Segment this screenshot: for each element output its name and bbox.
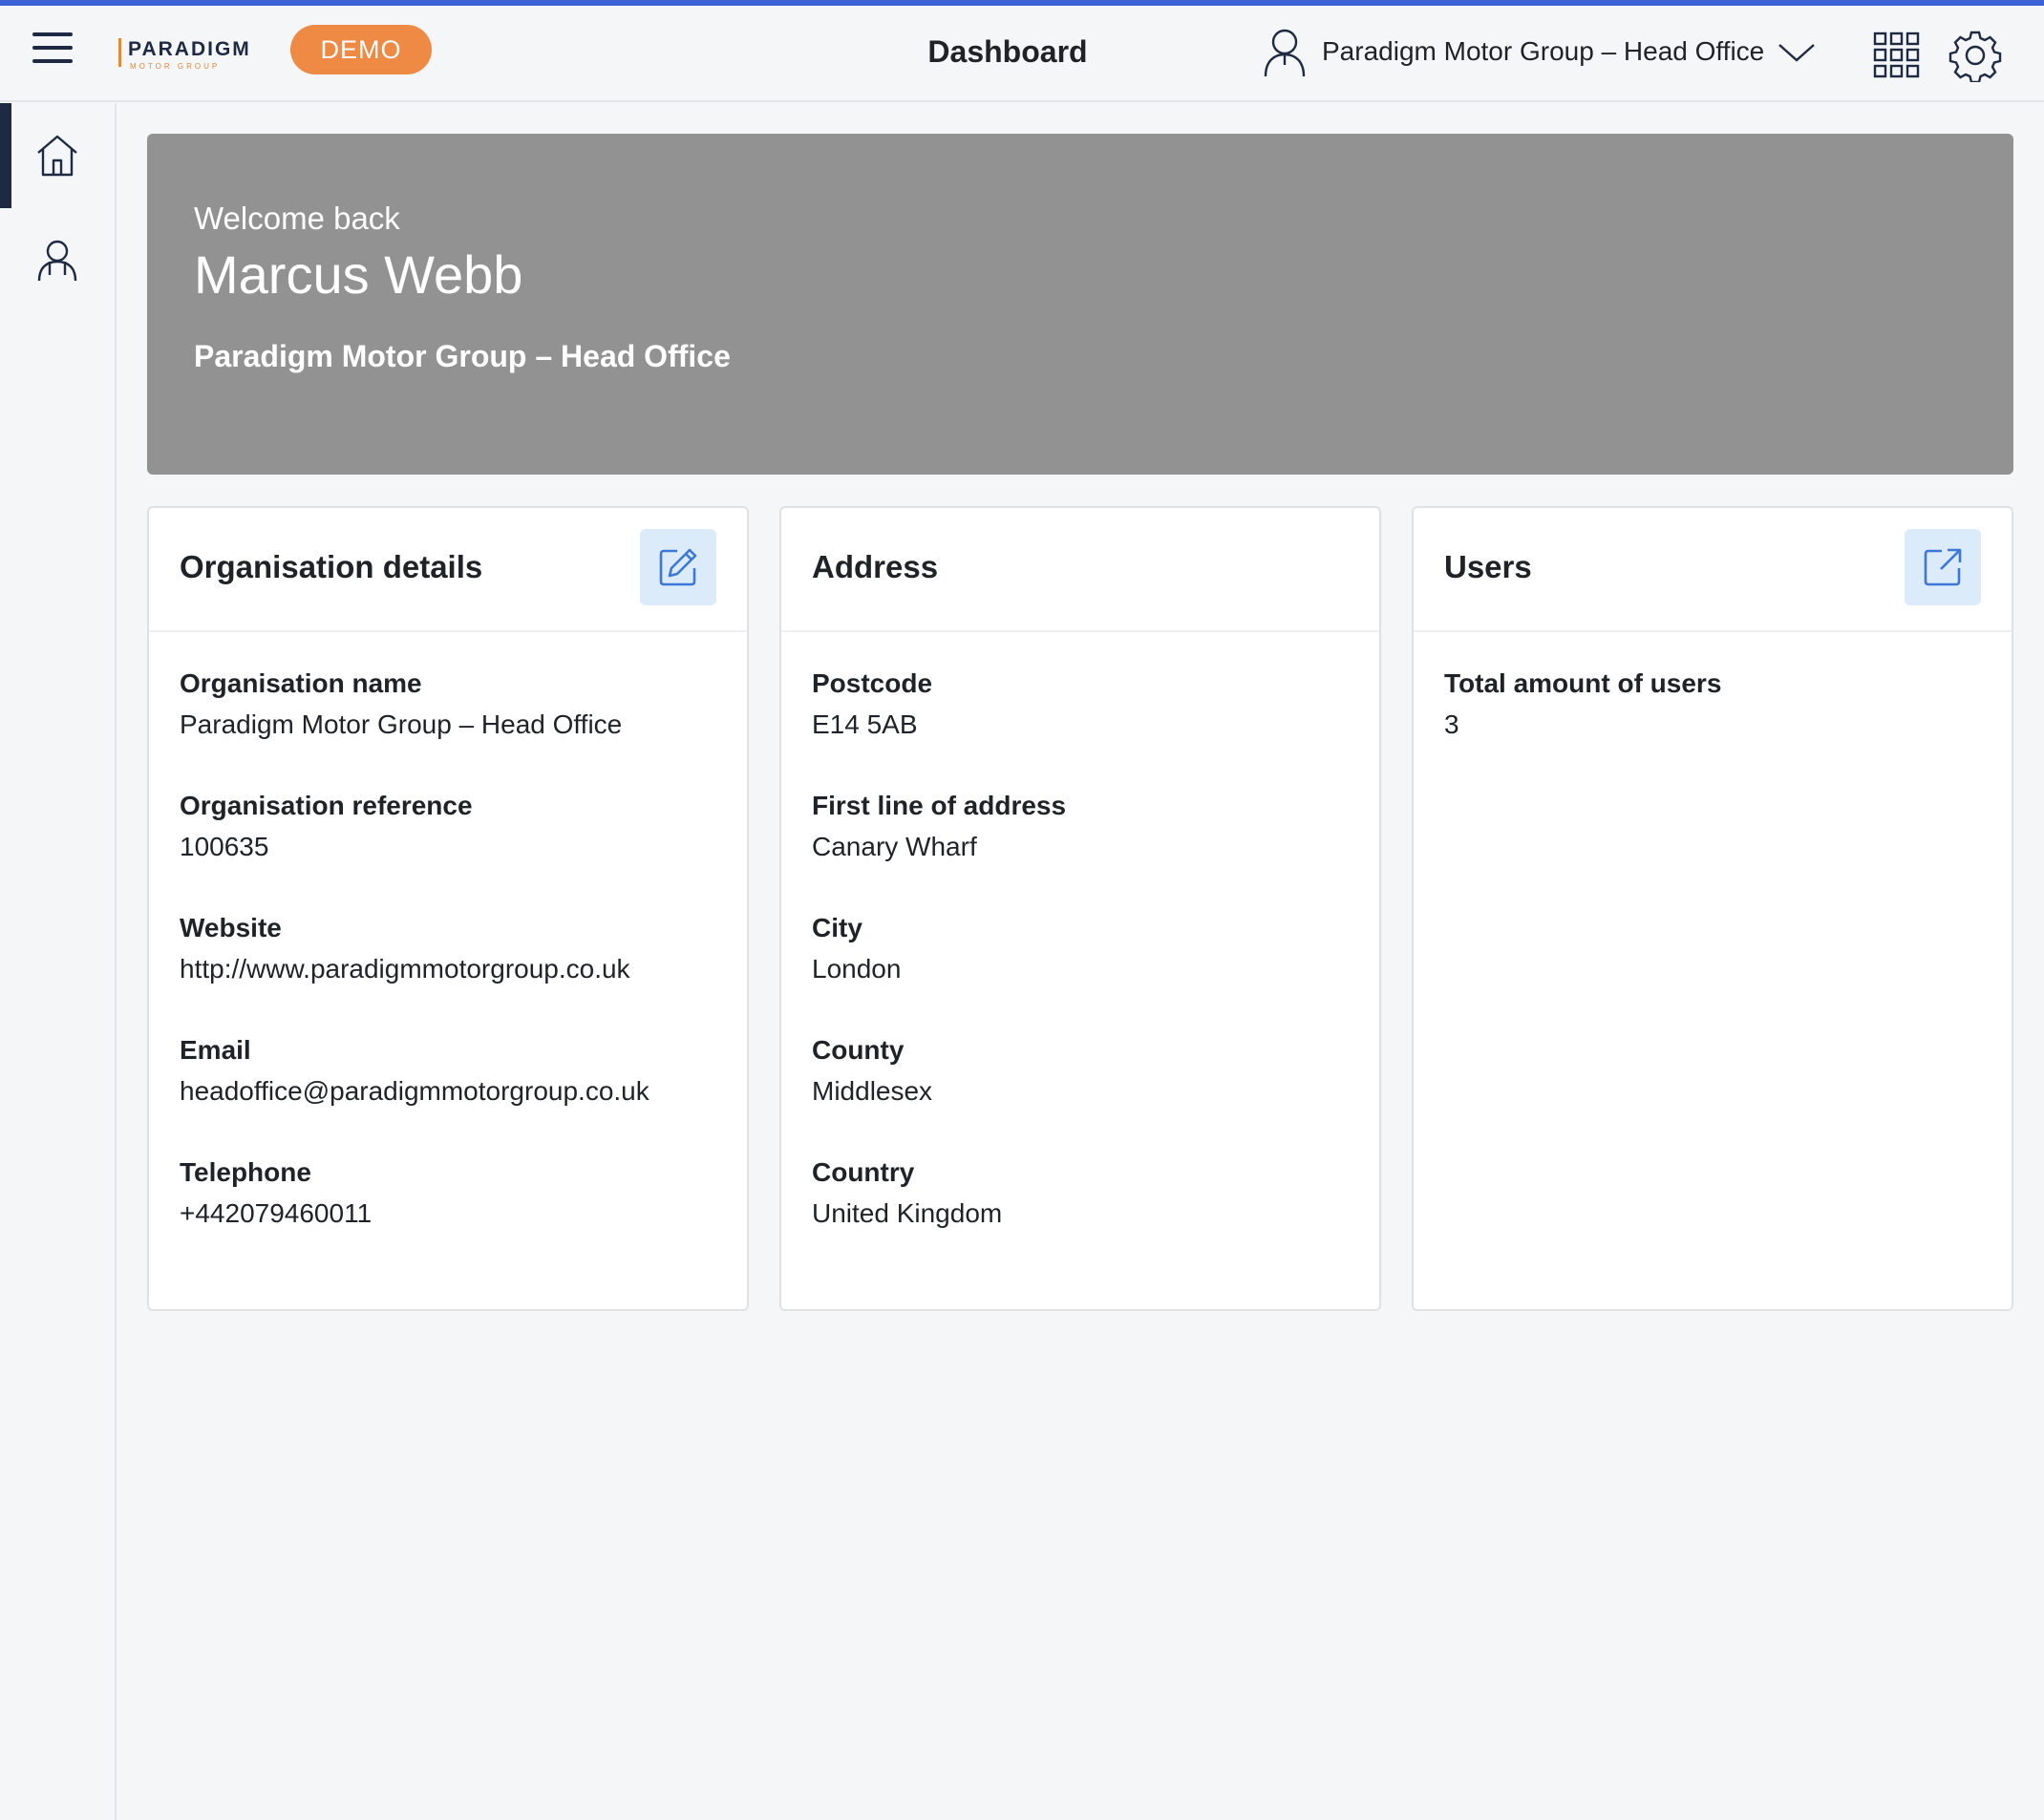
welcome-text: Welcome back — [194, 201, 400, 236]
logo-text: PARADIGM — [128, 38, 251, 60]
field-country: Country United Kingdom — [812, 1153, 1349, 1236]
field-value: http://www.paradigmmotorgroup.co.uk — [180, 954, 630, 984]
field-organisation-reference: Organisation reference 100635 — [180, 787, 716, 869]
users-card: Users Total amount of users 3 — [1412, 506, 2013, 1311]
field-value: United Kingdom — [812, 1198, 1003, 1228]
menu-icon[interactable] — [32, 32, 75, 71]
demo-badge: DEMO — [290, 25, 432, 74]
user-name: Marcus Webb — [194, 244, 523, 305]
org-switcher-label: Paradigm Motor Group – Head Office — [1322, 36, 1765, 66]
field-label: Organisation reference — [180, 791, 473, 820]
welcome-banner: Welcome back Marcus Webb Paradigm Motor … — [147, 134, 2013, 475]
field-value: 100635 — [180, 832, 269, 861]
field-first-line: First line of address Canary Wharf — [812, 787, 1349, 869]
field-website: Website http://www.paradigmmotorgroup.co… — [180, 909, 716, 991]
field-label: City — [812, 913, 862, 942]
edit-organisation-button[interactable] — [640, 529, 716, 605]
field-label: Website — [180, 913, 282, 942]
field-value: +442079460011 — [180, 1198, 373, 1228]
logo-subtext: MOTOR GROUP — [130, 62, 221, 71]
organisation-details-card: Organisation details Organisation name P… — [147, 506, 749, 1311]
field-city: City London — [812, 909, 1349, 991]
gear-icon[interactable] — [1948, 29, 2002, 82]
apps-grid-icon[interactable] — [1872, 31, 1922, 80]
sidebar-item-home[interactable] — [0, 103, 115, 208]
field-value: Canary Wharf — [812, 832, 977, 861]
field-label: Postcode — [812, 668, 933, 698]
card-title: Users — [1444, 549, 1532, 584]
card-title: Address — [812, 549, 939, 584]
card-title: Organisation details — [180, 549, 483, 584]
field-value: Middlesex — [812, 1076, 933, 1106]
page-title: Dashboard — [927, 34, 1088, 69]
users-icon — [37, 240, 77, 282]
field-label: First line of address — [812, 791, 1067, 820]
edit-icon — [659, 548, 697, 586]
field-telephone: Telephone +442079460011 — [180, 1153, 716, 1236]
org-switcher[interactable]: Paradigm Motor Group – Head Office — [1261, 25, 1818, 78]
field-label: Country — [812, 1157, 915, 1187]
field-postcode: Postcode E14 5AB — [812, 665, 1349, 747]
field-label: Email — [180, 1035, 251, 1065]
field-label: Organisation name — [180, 668, 422, 698]
field-county: County Middlesex — [812, 1031, 1349, 1113]
field-value: London — [812, 954, 902, 984]
field-label: County — [812, 1035, 905, 1065]
chevron-down-icon — [1778, 44, 1816, 62]
field-organisation-name: Organisation name Paradigm Motor Group –… — [180, 665, 716, 747]
external-link-icon — [1924, 548, 1962, 586]
user-icon — [1264, 29, 1306, 77]
field-value: E14 5AB — [812, 709, 918, 739]
sidebar-item-users[interactable] — [0, 208, 115, 313]
address-card: Address Postcode E14 5AB First line of a… — [779, 506, 1381, 1311]
company-logo[interactable]: PARADIGM MOTOR GROUP — [118, 31, 252, 73]
field-label: Telephone — [180, 1157, 311, 1187]
field-total-users: Total amount of users 3 — [1444, 665, 1981, 747]
top-header: PARADIGM MOTOR GROUP DEMO Dashboard Para… — [0, 6, 2044, 102]
field-label: Total amount of users — [1444, 668, 1722, 698]
open-users-button[interactable] — [1905, 529, 1981, 605]
field-value: Paradigm Motor Group – Head Office — [180, 709, 623, 739]
sidebar — [0, 103, 117, 1820]
field-value: 3 — [1444, 709, 1459, 739]
field-email: Email headoffice@paradigmmotorgroup.co.u… — [180, 1031, 716, 1113]
field-value: headoffice@paradigmmotorgroup.co.uk — [180, 1076, 649, 1106]
home-icon — [37, 135, 77, 177]
banner-org-name: Paradigm Motor Group – Head Office — [194, 339, 731, 373]
